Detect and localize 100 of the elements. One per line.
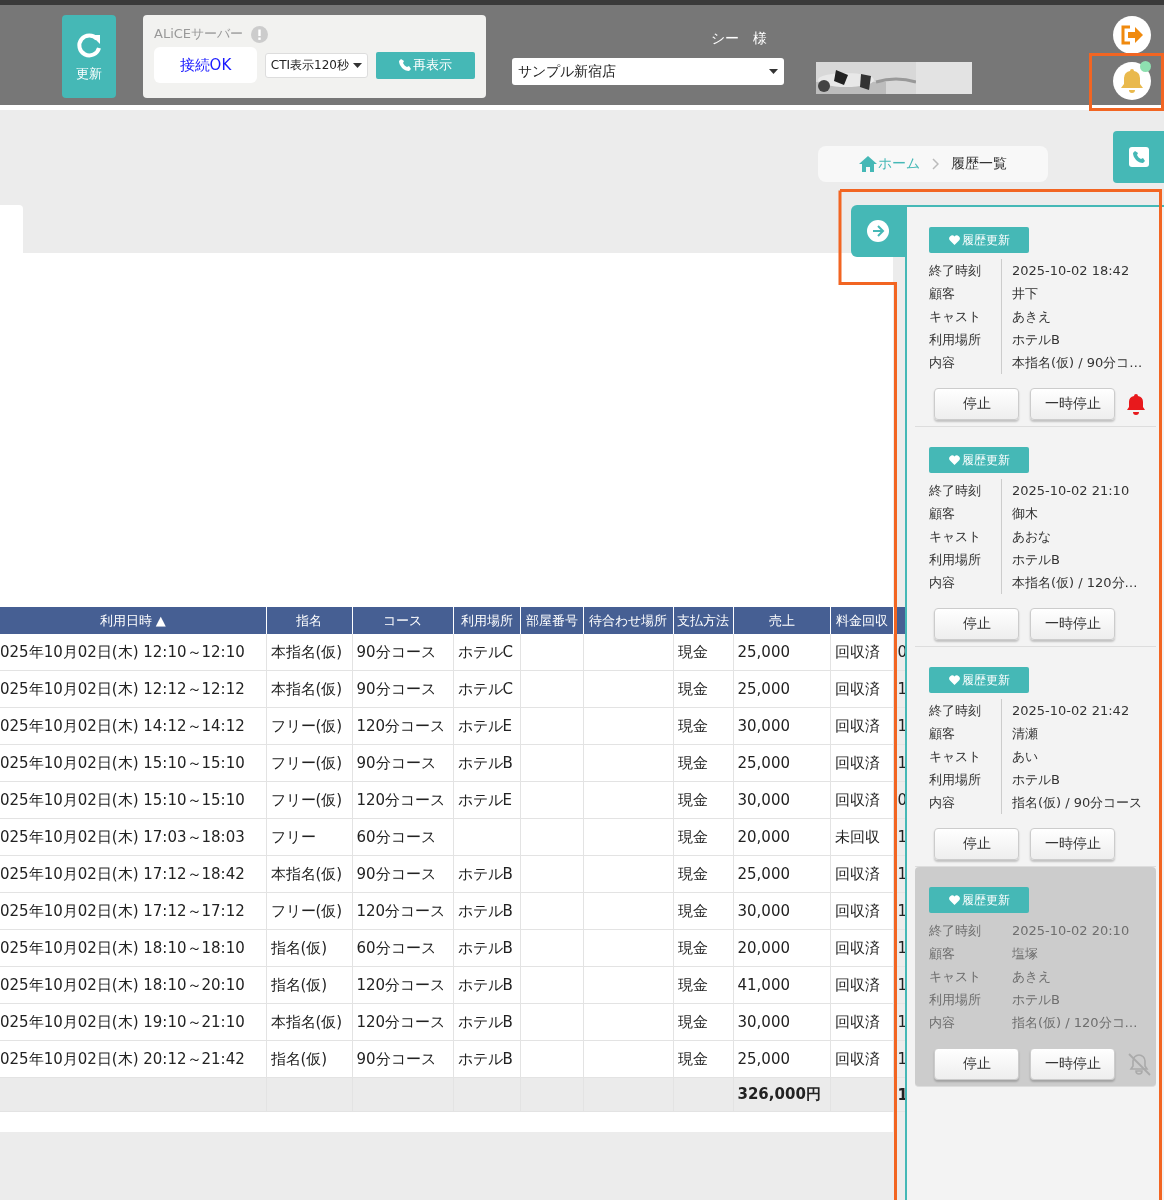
table-cell: 現金 <box>673 744 733 782</box>
arrow-right-icon <box>867 220 889 242</box>
table-cell: 025年10月02日(木) 12:10～12:10 <box>0 634 266 671</box>
field-label: キャスト <box>929 528 982 546</box>
refresh-icon <box>75 30 103 59</box>
info-icon <box>251 25 269 43</box>
field-label: 顧客 <box>929 945 956 963</box>
table-cell: 025年10月02日(木) 20:12～21:42 <box>0 1040 266 1078</box>
column-header[interactable]: 利用日時 ▲ <box>0 607 266 634</box>
field-label: 内容 <box>929 574 956 592</box>
table-cell: 本指名(仮) <box>266 1003 352 1041</box>
bell-icon[interactable] <box>1126 393 1146 415</box>
table-cell: 30,000 <box>733 707 830 745</box>
column-header[interactable]: 売上 <box>733 607 830 634</box>
column-header[interactable]: コース <box>352 607 453 634</box>
column-header[interactable]: 部屋番号 <box>520 607 583 634</box>
table-cell: 90分コース <box>352 744 453 782</box>
table-cell: 025年10月02日(木) 18:10～20:10 <box>0 966 266 1004</box>
table-cell: 025年10月02日(木) 17:03～18:03 <box>0 818 266 856</box>
caret-icon <box>353 62 362 68</box>
table-cell: 025年10月02日(木) 19:10～21:10 <box>0 1003 266 1041</box>
card-button[interactable]: 一時停止 <box>1030 1048 1115 1080</box>
column-header[interactable]: 利用場所 <box>453 607 520 634</box>
card-button[interactable]: 停止 <box>934 388 1019 420</box>
column-header[interactable]: 料金回収 <box>830 607 893 634</box>
field-value: ホテルB <box>1001 988 1156 1011</box>
table-cell: 41,000 <box>733 966 830 1004</box>
phone-icon <box>1128 147 1149 167</box>
table-cell: 回収済 <box>830 855 893 893</box>
table-cell: 25,000 <box>733 855 830 893</box>
table-cell: 現金 <box>673 781 733 819</box>
heart-icon <box>948 235 960 245</box>
table-cell: 20,000 <box>733 929 830 967</box>
field-value: 井下 <box>1001 282 1156 305</box>
field-label: 顧客 <box>929 505 956 523</box>
table-cell: 指名(仮) <box>266 1040 352 1078</box>
table-cell: ホテルB <box>453 855 520 893</box>
card-button[interactable]: 停止 <box>934 608 1019 640</box>
card-button[interactable]: 一時停止 <box>1030 608 1115 640</box>
table-cell: 25,000 <box>733 1040 830 1078</box>
table-cell: 30,000 <box>733 1003 830 1041</box>
card-button[interactable]: 停止 <box>934 828 1019 860</box>
table-cell: 120分コース <box>352 1003 453 1041</box>
breadcrumb-current: 履歴一覧 <box>951 155 1007 173</box>
card-button[interactable]: 一時停止 <box>1030 828 1115 860</box>
field-label: キャスト <box>929 748 982 766</box>
field-value: 2025-10-02 21:42 <box>1001 699 1156 722</box>
field-label: 終了時刻 <box>929 922 982 940</box>
notification-button[interactable] <box>1113 62 1151 100</box>
field-label: 内容 <box>929 1014 956 1032</box>
table-cell: ホテルB <box>453 892 520 930</box>
column-header[interactable]: 待合わせ場所 <box>583 607 673 634</box>
table-cell: 回収済 <box>830 929 893 967</box>
logout-button[interactable] <box>1113 16 1151 54</box>
cti-select[interactable]: CTI表示120秒 <box>264 52 368 78</box>
table-cell: 現金 <box>673 818 733 856</box>
field-value: ホテルB <box>1001 768 1156 791</box>
table-cell: 現金 <box>673 707 733 745</box>
user-name: シー 様 <box>711 30 767 48</box>
field-label: 顧客 <box>929 285 956 303</box>
store-select[interactable]: サンプル新宿店 <box>512 58 784 85</box>
table-cell: フリー(仮) <box>266 744 352 782</box>
connection-status: 接続OK <box>154 47 257 83</box>
table-cell: 30,000 <box>733 892 830 930</box>
collapse-button[interactable] <box>851 205 905 257</box>
table-cell: 30,000 <box>733 781 830 819</box>
caret-icon <box>769 69 778 74</box>
field-label: キャスト <box>929 308 982 326</box>
field-value: 御木 <box>1001 502 1156 525</box>
chevron-icon <box>932 158 939 170</box>
table-cell: ホテルC <box>453 670 520 708</box>
table-cell: 本指名(仮) <box>266 670 352 708</box>
field-label: 顧客 <box>929 725 956 743</box>
table-cell: 25,000 <box>733 634 830 671</box>
table-cell: 指名(仮) <box>266 966 352 1004</box>
table-cell: 025年10月02日(木) 18:10～18:10 <box>0 929 266 967</box>
column-header[interactable]: 指名 <box>266 607 352 634</box>
field-value: 指名(仮) / 90分コース <box>1001 791 1156 814</box>
table-cell: フリー(仮) <box>266 781 352 819</box>
table-cell: 90分コース <box>352 1040 453 1078</box>
table-cell: 回収済 <box>830 1040 893 1078</box>
field-value: 清瀬 <box>1001 722 1156 745</box>
table-cell: 回収済 <box>830 634 893 671</box>
column-header[interactable]: 支払方法 <box>673 607 733 634</box>
card-button[interactable]: 停止 <box>934 1048 1019 1080</box>
history-update-badge: 履歴更新 <box>929 887 1029 913</box>
card-button[interactable]: 一時停止 <box>1030 388 1115 420</box>
table-cell: 現金 <box>673 855 733 893</box>
table-cell: 回収済 <box>830 781 893 819</box>
heart-icon <box>948 455 960 465</box>
field-value: 指名(仮) / 120分コ… <box>1001 1011 1156 1034</box>
table-cell: 120分コース <box>352 707 453 745</box>
table-cell: 25,000 <box>733 670 830 708</box>
logout-icon <box>1120 25 1144 45</box>
phone-button[interactable] <box>1113 131 1164 183</box>
table-cell: 20,000 <box>733 818 830 856</box>
field-value: 2025-10-02 18:42 <box>1001 259 1156 282</box>
table-cell: 現金 <box>673 1040 733 1078</box>
field-value: 本指名(仮) / 90分コ… <box>1001 351 1156 374</box>
total-cell: 326,000円 <box>733 1077 830 1112</box>
